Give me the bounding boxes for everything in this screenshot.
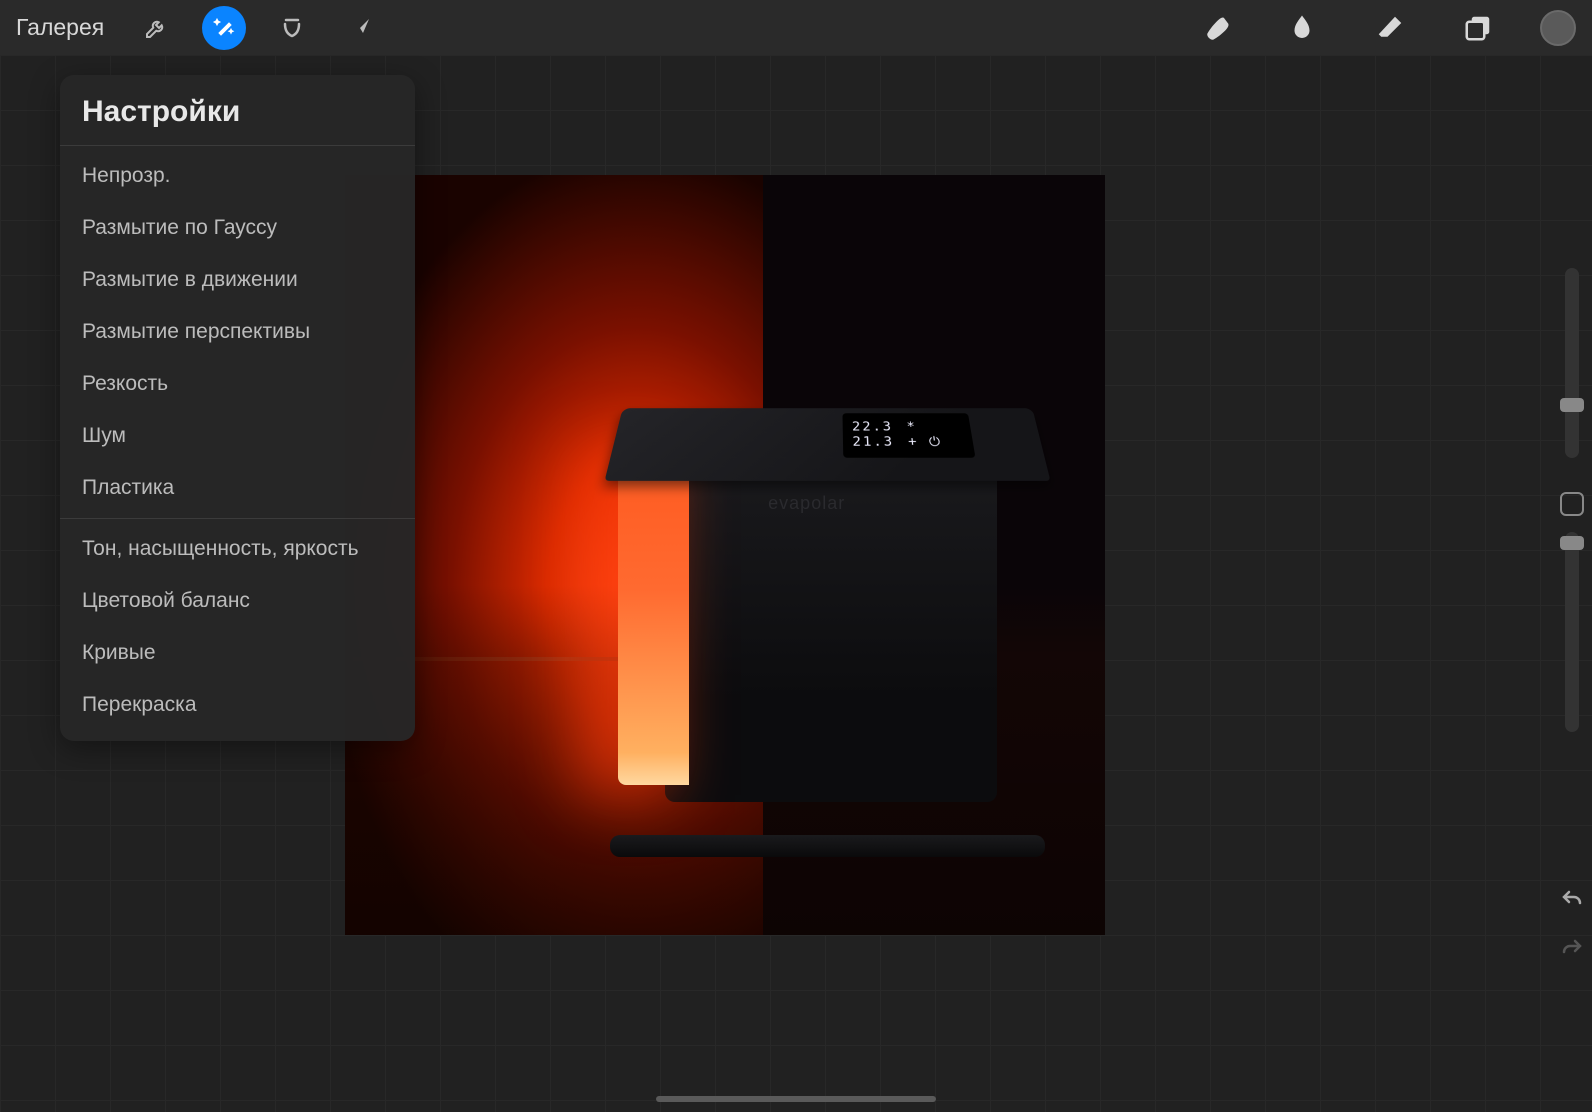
- layers-icon: [1463, 13, 1493, 43]
- transform-arrow-icon: [348, 16, 372, 40]
- wrench-icon: [144, 16, 168, 40]
- adjust-recolor[interactable]: Перекраска: [60, 679, 415, 731]
- device-readout-1: 22.3: [852, 420, 894, 435]
- adjust-sharpen[interactable]: Резкость: [60, 358, 415, 410]
- smudge-tool-button[interactable]: [1276, 2, 1328, 54]
- adjust-motion-blur[interactable]: Размытие в движении: [60, 254, 415, 306]
- device-brand: evapolar: [768, 493, 845, 514]
- top-toolbar: Галерея: [0, 0, 1592, 55]
- eraser-tool-button[interactable]: [1364, 2, 1416, 54]
- artwork-device: 22.3* 21.3+ ⏻ evapolar: [634, 403, 1029, 844]
- adjust-color-balance[interactable]: Цветовой баланс: [60, 575, 415, 627]
- brush-size-thumb[interactable]: [1560, 398, 1584, 412]
- undo-button[interactable]: [1560, 888, 1584, 913]
- brush-size-slider[interactable]: [1565, 268, 1579, 458]
- selection-icon: [280, 16, 304, 40]
- redo-icon: [1560, 937, 1584, 957]
- brush-tool-button[interactable]: [1188, 2, 1240, 54]
- adjust-curves[interactable]: Кривые: [60, 627, 415, 679]
- actions-wrench-button[interactable]: [134, 6, 178, 50]
- brush-opacity-thumb[interactable]: [1560, 536, 1584, 550]
- gallery-link[interactable]: Галерея: [16, 14, 104, 41]
- undo-icon: [1560, 888, 1584, 908]
- brush-opacity-slider[interactable]: [1565, 532, 1579, 732]
- side-sliders: [1558, 268, 1586, 750]
- adjustments-wand-button[interactable]: [202, 6, 246, 50]
- transform-arrow-button[interactable]: [338, 6, 382, 50]
- adjustments-panel: Настройки Непрозр. Размытие по Гауссу Ра…: [60, 75, 415, 741]
- panel-section-1: Непрозр. Размытие по Гауссу Размытие в д…: [60, 145, 415, 518]
- panel-title: Настройки: [60, 93, 415, 145]
- adjust-noise[interactable]: Шум: [60, 410, 415, 462]
- undo-redo-group: [1558, 888, 1586, 962]
- adjust-hsb[interactable]: Тон, насыщенность, яркость: [60, 523, 415, 575]
- adjust-liquify[interactable]: Пластика: [60, 462, 415, 514]
- brush-icon: [1199, 13, 1229, 43]
- device-readout-2: 21.3: [852, 435, 895, 450]
- color-swatch-button[interactable]: [1540, 10, 1576, 46]
- adjust-perspective-blur[interactable]: Размытие перспективы: [60, 306, 415, 358]
- selection-tool-button[interactable]: [270, 6, 314, 50]
- modify-button[interactable]: [1560, 492, 1584, 516]
- canvas-artwork[interactable]: 22.3* 21.3+ ⏻ evapolar: [345, 175, 1105, 935]
- toolbar-right-group: [1170, 2, 1576, 54]
- layers-button[interactable]: [1452, 2, 1504, 54]
- redo-button[interactable]: [1560, 937, 1584, 962]
- smudge-icon: [1287, 13, 1317, 43]
- eraser-icon: [1375, 13, 1405, 43]
- wand-icon: [212, 16, 236, 40]
- panel-section-2: Тон, насыщенность, яркость Цветовой бала…: [60, 518, 415, 735]
- adjust-opacity[interactable]: Непрозр.: [60, 150, 415, 202]
- home-indicator[interactable]: [656, 1096, 936, 1102]
- adjust-gaussian-blur[interactable]: Размытие по Гауссу: [60, 202, 415, 254]
